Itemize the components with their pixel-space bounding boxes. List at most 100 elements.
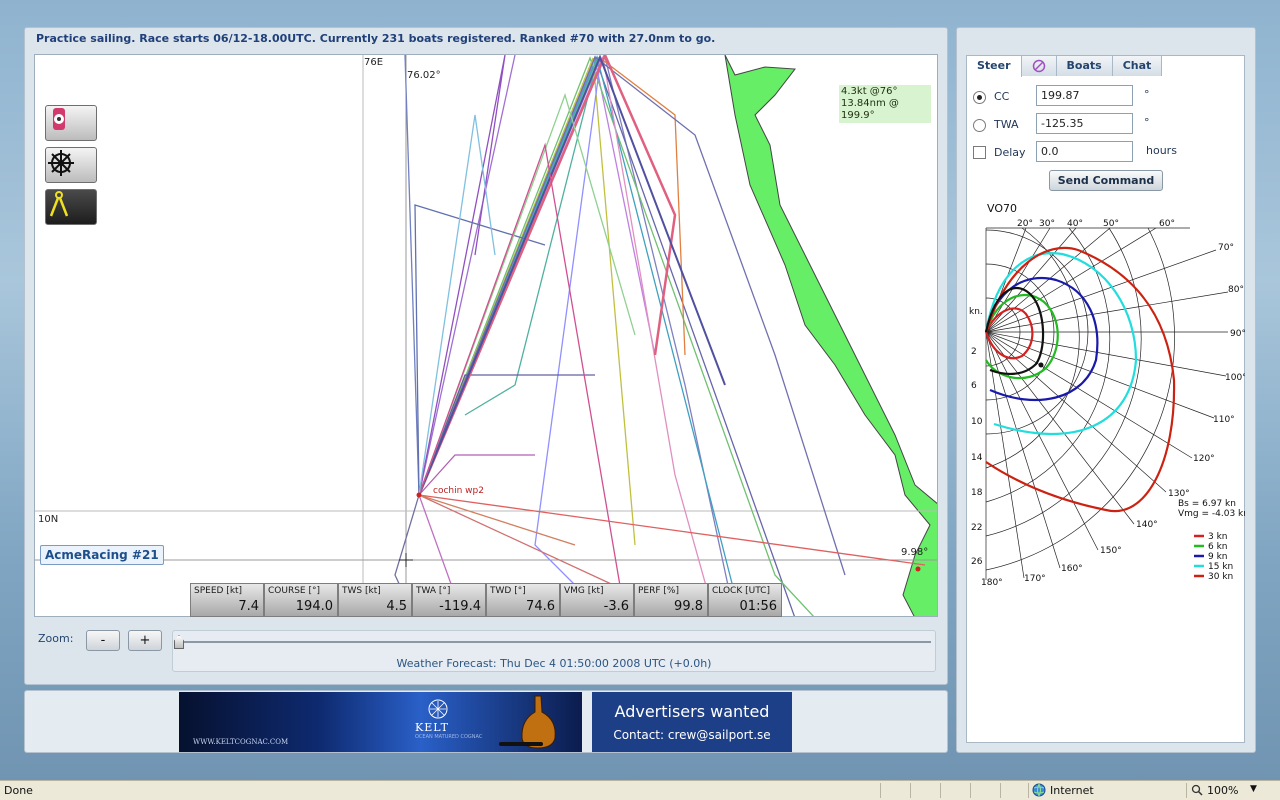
longitude-value: 76.02° (407, 70, 441, 81)
zoom-label: Zoom: (38, 632, 74, 645)
polar-angle-label: 50° (1103, 219, 1119, 229)
tooltip-wind: 4.3kt @76° (841, 86, 898, 97)
instrument-value: -3.6 (603, 599, 629, 614)
zoom-out-button[interactable]: - (86, 630, 120, 651)
polar-angle-label: 30° (1039, 219, 1055, 229)
legend-label: 3 kn (1208, 532, 1228, 542)
polar-speed-label: 14 (971, 453, 983, 463)
instrument-speed: SPEED [kt] 7.4 (190, 583, 264, 617)
advertisers-wanted-banner[interactable]: Advertisers wanted Contact: crew@sailpor… (592, 692, 792, 752)
instrument-value: 74.6 (526, 599, 555, 614)
instrument-label: CLOCK [UTC] (712, 586, 770, 596)
compass-tool-button[interactable] (45, 105, 97, 141)
polar-angle-label: 100° (1225, 373, 1245, 383)
tooltip-distance: 13.84nm @ 199.9° (841, 98, 899, 121)
delay-unit: hours (1146, 144, 1177, 157)
forecast-slider-thumb[interactable] (174, 635, 184, 649)
delay-checkbox[interactable] (973, 146, 986, 159)
side-tabs: Steer Boats Chat (966, 55, 1163, 77)
helm-tool-button[interactable] (45, 147, 97, 183)
polar-angle-label: 120° (1193, 454, 1215, 464)
zoom-magnifier-icon[interactable] (1191, 784, 1203, 799)
instrument-label: COURSE [°] (268, 586, 320, 596)
instrument-tws: TWS [kt] 4.5 (338, 583, 412, 617)
tab-steer[interactable]: Steer (966, 55, 1022, 77)
polar-angle-label: 140° (1136, 520, 1158, 530)
map-canvas[interactable] (35, 55, 938, 617)
legend-label: 15 kn (1208, 562, 1233, 572)
advertisers-wanted-title: Advertisers wanted (614, 702, 770, 721)
polar-speed-label: 22 (971, 523, 982, 533)
measure-tool-button[interactable] (45, 189, 97, 225)
security-zone: Internet (1050, 784, 1094, 797)
statusbar-divider (1000, 783, 1001, 798)
instrument-label: TWA [°] (416, 586, 451, 596)
kelt-ad-banner[interactable]: KELT OCEAN MATURED COGNAC WWW.KELTCOGNAC… (179, 692, 582, 752)
instrument-value: -119.4 (439, 599, 481, 614)
cc-label: CC (994, 90, 1010, 103)
instrument-value: 7.4 (238, 599, 259, 614)
delay-label: Delay (994, 146, 1026, 159)
twa-radio[interactable] (973, 119, 986, 132)
statusbar-divider (970, 783, 971, 798)
instrument-value: 01:56 (739, 599, 777, 614)
polar-angle-label: 160° (1061, 564, 1083, 574)
polar-vmg-text: Vmg = -4.03 kn (1178, 509, 1245, 519)
kelt-brand: KELT (415, 721, 449, 734)
forecast-slider-track[interactable] (177, 641, 931, 643)
tab-chat[interactable]: Chat (1111, 55, 1163, 76)
instrument-twa: TWA [°] -119.4 (412, 583, 486, 617)
statusbar-divider (910, 783, 911, 798)
delay-input[interactable] (1036, 141, 1133, 162)
instrument-label: SPEED [kt] (194, 586, 243, 596)
tab-boats[interactable]: Boats (1055, 55, 1113, 76)
polar-angle-label: 80° (1228, 285, 1244, 295)
longitude-label: 76E (364, 57, 384, 68)
cc-unit: ° (1144, 88, 1150, 101)
twa-input[interactable] (1036, 113, 1133, 134)
chevron-down-icon[interactable]: ▼ (1250, 784, 1257, 794)
legend-label: 9 kn (1208, 552, 1228, 562)
polar-speed-label: 18 (971, 488, 983, 498)
instrument-course: COURSE [°] 194.0 (264, 583, 338, 617)
instrument-perf: PERF [%] 99.8 (634, 583, 708, 617)
polar-legend: 3 kn 6 kn 9 kn 15 kn 30 kn (1194, 532, 1233, 582)
polar-speed-axis-label: kn. (969, 307, 983, 317)
cc-radio[interactable] (973, 91, 986, 104)
boat-polar-point (1038, 362, 1044, 368)
polar-speed-label: 26 (971, 557, 983, 567)
polar-angle-label: 130° (1168, 489, 1190, 499)
polar-angle-label: 60° (1159, 219, 1175, 229)
polar-speed-label: 6 (971, 381, 977, 391)
polar-angle-label: 170° (1024, 574, 1046, 584)
race-map[interactable]: 76E 76.02° 10N 9.98° cochin wp2 4.3kt @7… (34, 54, 938, 617)
cc-input[interactable] (1036, 85, 1133, 106)
polar-angle-label: 90° (1230, 329, 1245, 339)
kelt-logo-icon (428, 699, 448, 719)
instrument-label: TWS [kt] (342, 586, 381, 596)
zoom-in-button[interactable]: + (128, 630, 162, 651)
polar-angle-label: 110° (1213, 415, 1235, 425)
polar-speed-label: 2 (971, 347, 977, 357)
send-command-button[interactable]: Send Command (1049, 170, 1163, 191)
polar-angle-label: 180° (981, 578, 1003, 588)
latitude-value: 9.98° (901, 547, 929, 558)
legend-label: 6 kn (1208, 542, 1228, 552)
statusbar-divider (940, 783, 941, 798)
polar-angle-label: 40° (1067, 219, 1083, 229)
globe-icon (1032, 783, 1046, 800)
instrument-label: VMG [kt] (564, 586, 604, 596)
forecast-panel: Weather Forecast: Thu Dec 4 01:50:00 200… (172, 630, 936, 672)
polar-angle-label: 70° (1218, 243, 1234, 253)
tab-compass[interactable] (1020, 55, 1057, 76)
boat-name-label[interactable]: AcmeRacing #21 (40, 545, 164, 565)
cognac-bottle-icon (499, 695, 556, 749)
advertisers-contact: Contact: crew@sailport.se (613, 728, 771, 742)
instrument-bar: SPEED [kt] 7.4 COURSE [°] 194.0 TWS [kt]… (190, 583, 782, 617)
polar-angle-label: 20° (1017, 219, 1033, 229)
instrument-value: 4.5 (386, 599, 407, 614)
browser-zoom-level[interactable]: 100% (1207, 784, 1238, 797)
statusbar-divider (1028, 783, 1029, 798)
polar-bs-text: Bs = 6.97 kn (1178, 499, 1236, 509)
polar-angle-label: 150° (1100, 546, 1122, 556)
